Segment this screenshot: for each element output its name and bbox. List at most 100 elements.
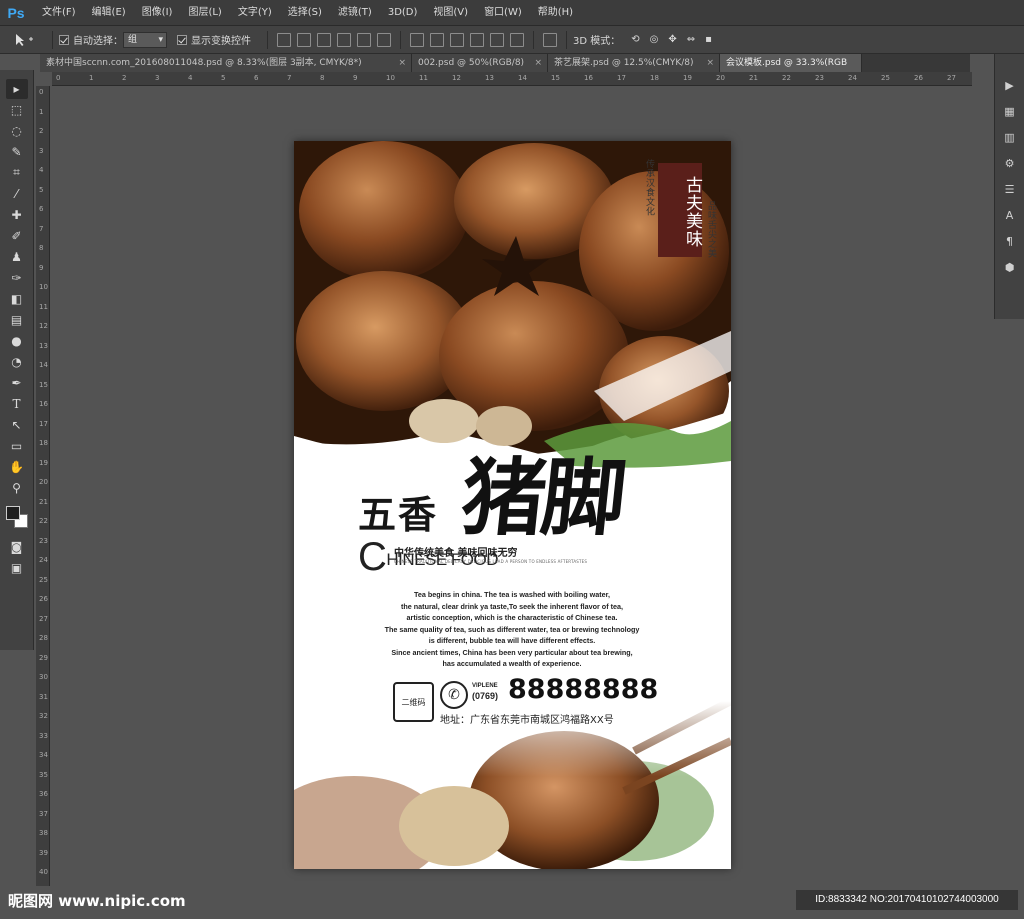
vertical-slogan-left: 传承汉食文化 xyxy=(644,159,654,216)
marquee-tool-icon[interactable]: ⬚ xyxy=(6,100,28,120)
dodge-tool-icon[interactable]: ◔ xyxy=(6,352,28,372)
menu-edit[interactable]: 编辑(E) xyxy=(84,0,134,26)
quick-mask-icon[interactable]: ◙ xyxy=(6,537,28,557)
type-tool-icon[interactable]: T xyxy=(6,394,28,414)
distribute-hcenter-icon[interactable] xyxy=(490,32,504,47)
distribute-top-icon[interactable] xyxy=(410,32,424,47)
menu-select[interactable]: 选择(S) xyxy=(280,0,330,26)
ruler-tick-label: 6 xyxy=(39,205,44,213)
path-select-tool-icon[interactable]: ↖ xyxy=(6,415,28,435)
ruler-tick-label: 38 xyxy=(39,829,48,837)
menu-layer[interactable]: 图层(L) xyxy=(180,0,229,26)
shape-tool-icon[interactable]: ▭ xyxy=(6,436,28,456)
foreground-color-swatch[interactable] xyxy=(5,506,20,520)
eraser-tool-icon[interactable]: ◧ xyxy=(6,289,28,309)
ruler-tick-label: 16 xyxy=(39,400,48,408)
ruler-tick-label: 18 xyxy=(39,439,48,447)
poster-body-copy: Tea begins in china. The tea is washed w… xyxy=(362,589,662,670)
eyedropper-tool-icon[interactable]: ⁄ xyxy=(6,184,28,204)
trotter-chopsticks-photo xyxy=(294,701,731,869)
ruler-tick-label: 22 xyxy=(782,74,791,82)
roll-3d-icon[interactable]: ◎ xyxy=(650,34,659,45)
zoom-tool-icon[interactable]: ⚲ xyxy=(6,478,28,498)
orbit-3d-icon[interactable]: ⟲ xyxy=(631,34,639,45)
tab-document-2[interactable]: 002.psd @ 50%(RGB/8) × xyxy=(412,54,548,72)
screen-mode-icon[interactable]: ▣ xyxy=(6,558,28,578)
ruler-tick-label: 1 xyxy=(39,107,44,116)
scale-3d-icon[interactable]: ▪ xyxy=(705,34,712,45)
tab-document-4[interactable]: 会议模板.psd @ 33.3%(RGB xyxy=(720,54,862,72)
distribute-right-icon[interactable] xyxy=(510,32,524,47)
poster-title-small: 五香 xyxy=(358,492,439,537)
stamp-tool-icon[interactable]: ♟ xyxy=(6,247,28,267)
menu-window[interactable]: 窗口(W) xyxy=(476,0,530,26)
auto-select-dropdown[interactable]: 组 xyxy=(123,31,167,48)
align-top-icon[interactable] xyxy=(277,32,291,47)
adjustments-icon[interactable]: ⚙ xyxy=(1001,157,1019,173)
color-swatches[interactable] xyxy=(4,504,30,530)
show-transform-checkbox[interactable] xyxy=(177,34,187,45)
ruler-tick-label: 4 xyxy=(39,166,44,174)
separator xyxy=(533,30,534,49)
viplene-label: VIPLENE xyxy=(472,683,498,689)
show-transform-option[interactable]: 显示变换控件 xyxy=(177,32,251,47)
layers-icon[interactable]: ▥ xyxy=(1001,131,1019,147)
healing-tool-icon[interactable]: ✚ xyxy=(6,205,28,225)
close-icon[interactable]: × xyxy=(706,54,714,72)
distribute-vcenter-icon[interactable] xyxy=(430,32,444,47)
properties-icon[interactable]: ☰ xyxy=(1001,183,1019,199)
tab-document-1[interactable]: 素材中国sccnn.com_20160801104​8.psd @ 8.33%(… xyxy=(40,54,412,72)
align-vcenter-icon[interactable] xyxy=(297,32,311,47)
tab-document-3[interactable]: 茶艺展架.psd @ 12.5%(CMYK/8) × xyxy=(548,54,720,72)
menu-file[interactable]: 文件(F) xyxy=(34,0,84,26)
gradient-tool-icon[interactable]: ▤ xyxy=(6,310,28,330)
quick-select-tool-icon[interactable]: ✎ xyxy=(6,142,28,162)
menu-filter[interactable]: 滤镜(T) xyxy=(330,0,380,26)
ruler-tick-label: 7 xyxy=(39,224,44,233)
auto-select-checkbox[interactable] xyxy=(59,34,69,45)
align-right-icon[interactable] xyxy=(377,32,391,47)
menu-help[interactable]: 帮助(H) xyxy=(530,0,581,26)
distribute-bottom-icon[interactable] xyxy=(450,32,464,47)
brush-tool-icon[interactable]: ✐ xyxy=(6,226,28,246)
align-hcenter-icon[interactable] xyxy=(357,32,371,47)
slide-3d-icon[interactable]: ⇔ xyxy=(687,34,695,45)
menu-image[interactable]: 图像(I) xyxy=(134,0,181,26)
3d-cube-icon[interactable]: ⬢ xyxy=(1001,261,1019,277)
ruler-tick-label: 4 xyxy=(188,74,193,82)
menu-view[interactable]: 视图(V) xyxy=(425,0,476,26)
move-tool-icon[interactable]: ▸ xyxy=(5,78,28,99)
close-icon[interactable]: × xyxy=(398,54,406,72)
pan-3d-icon[interactable]: ✥ xyxy=(668,34,676,45)
lasso-tool-icon[interactable]: ◌ xyxy=(6,121,28,141)
auto-align-icon[interactable] xyxy=(543,32,557,47)
document-canvas[interactable]: 古夫美味 传承汉食文化 品味舌尖之美 五香 猪脚 CHINESE FOOD 中华… xyxy=(294,141,731,869)
chinese-food-initial: C xyxy=(358,535,387,579)
ruler-tick-label: 31 xyxy=(39,692,48,701)
paragraph-icon[interactable]: ¶ xyxy=(1001,235,1019,251)
close-icon[interactable]: × xyxy=(534,54,542,72)
hand-tool-icon[interactable]: ✋ xyxy=(6,457,28,477)
ruler-tick-label: 25 xyxy=(39,575,48,584)
menu-type[interactable]: 文字(Y) xyxy=(230,0,280,26)
pen-tool-icon[interactable]: ✒ xyxy=(6,373,28,393)
auto-select-option[interactable]: 自动选择： 组 xyxy=(59,31,167,48)
ruler-tick-label: 1 xyxy=(89,74,94,82)
align-bottom-icon[interactable] xyxy=(317,32,331,47)
play-icon[interactable]: ▶ xyxy=(1001,79,1019,95)
ruler-tick-label: 9 xyxy=(353,74,358,82)
blur-tool-icon[interactable]: ● xyxy=(6,331,28,351)
history-brush-tool-icon[interactable]: ✑ xyxy=(6,268,28,288)
ruler-tick-label: 19 xyxy=(683,74,692,82)
ruler-tick-label: 39 xyxy=(39,848,48,857)
move-tool-icon[interactable] xyxy=(14,33,36,47)
menu-3d[interactable]: 3D(D) xyxy=(380,0,426,26)
crop-tool-icon[interactable]: ⌗ xyxy=(6,163,28,183)
area-code: (0769) xyxy=(472,691,499,701)
align-left-icon[interactable] xyxy=(337,32,351,47)
distribute-left-icon[interactable] xyxy=(470,32,484,47)
ruler-tick-label: 21 xyxy=(39,497,48,506)
body-line: is different, bubble tea will have diffe… xyxy=(428,636,596,645)
history-icon[interactable]: ▦ xyxy=(1001,105,1019,121)
character-icon[interactable]: A xyxy=(1001,209,1019,225)
